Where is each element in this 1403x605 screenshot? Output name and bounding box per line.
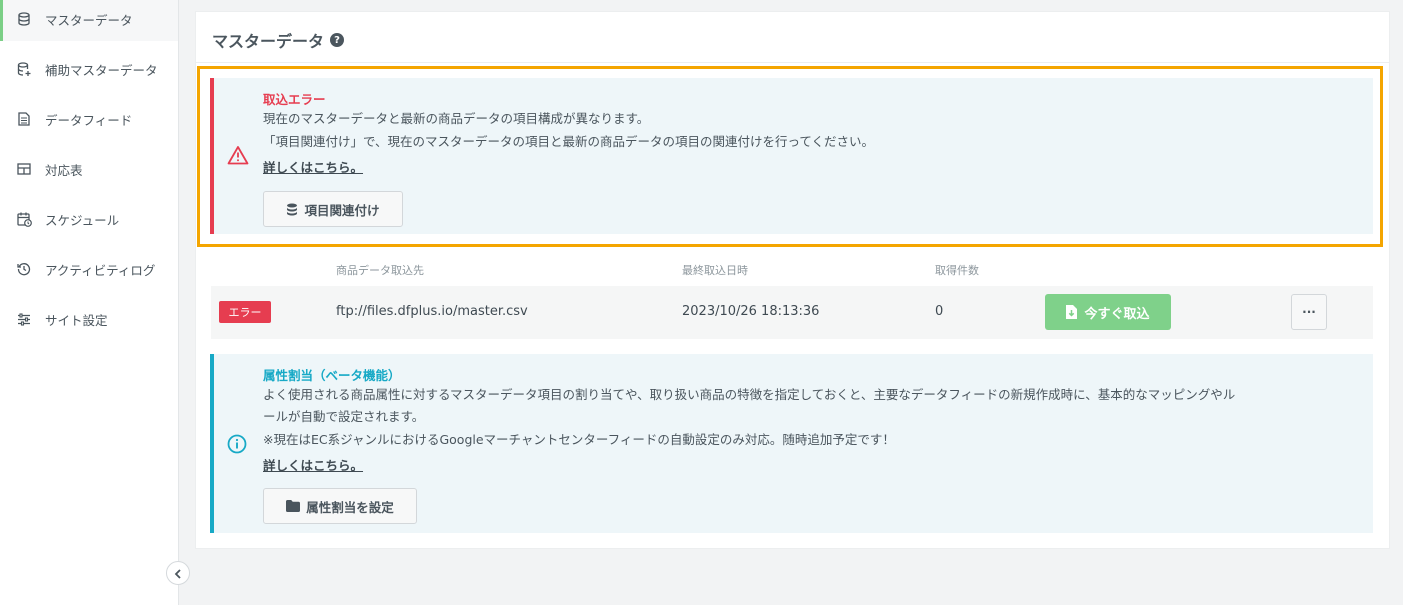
folder-icon	[286, 500, 301, 512]
column-header-source: 商品データ取込先	[336, 264, 424, 277]
history-icon	[16, 261, 32, 277]
calendar-clock-icon	[16, 211, 32, 227]
sidebar-item-label: サイト設定	[45, 312, 108, 328]
sidebar-item-label: マスターデータ	[45, 12, 133, 28]
column-header-count: 取得件数	[935, 264, 979, 277]
count-cell: 0	[935, 304, 944, 319]
status-badge: エラー	[219, 301, 271, 323]
sidebar-item-label: データフィード	[45, 112, 133, 128]
column-header-last-import: 最終取込日時	[682, 264, 748, 277]
highlight-frame	[197, 66, 1383, 247]
page-title-text: マスターデータ	[212, 32, 325, 51]
last-import-cell: 2023/10/26 18:13:36	[682, 304, 820, 319]
sidebar-item-schedule[interactable]: スケジュール	[0, 197, 178, 241]
assign-attributes-button[interactable]: 属性割当を設定	[263, 488, 417, 524]
database-plus-icon	[16, 61, 32, 77]
ellipsis-icon: ···	[1302, 305, 1316, 319]
sliders-icon	[16, 311, 32, 327]
sidebar-item-master-data[interactable]: マスターデータ	[0, 0, 178, 41]
info-details-link[interactable]: 詳しくはこちら。	[263, 455, 363, 474]
source-cell: ftp://files.dfplus.io/master.csv	[336, 304, 528, 319]
help-icon[interactable]: ?	[330, 33, 345, 47]
chevron-left-icon	[174, 564, 182, 583]
sidebar-item-label: アクティビティログ	[45, 262, 156, 278]
info-alert-text-2: ールが自動で設定されます。	[263, 409, 425, 424]
database-icon	[16, 11, 32, 27]
info-icon	[227, 434, 249, 456]
sidebar-item-sub-master-data[interactable]: 補助マスターデータ	[0, 47, 178, 91]
sidebar-item-mapping-table[interactable]: 対応表	[0, 147, 178, 191]
import-now-button[interactable]: 今すぐ取込	[1045, 294, 1171, 330]
sidebar-item-label: 対応表	[45, 162, 83, 178]
file-import-icon	[1066, 305, 1078, 319]
page-title: マスターデータ ?	[212, 28, 345, 52]
sidebar-item-site-settings[interactable]: サイト設定	[0, 297, 178, 341]
sidebar-item-activity-log[interactable]: アクティビティログ	[0, 247, 178, 291]
divider	[196, 62, 1389, 63]
table-icon	[16, 161, 32, 177]
more-options-button[interactable]: ···	[1291, 294, 1327, 330]
sidebar-item-data-feed[interactable]: データフィード	[0, 97, 178, 141]
sidebar: マスターデータ 補助マスターデータ データフィード 対応表 スケジュール アクテ…	[0, 0, 179, 605]
sidebar-item-label: スケジュール	[45, 212, 120, 228]
info-alert-text-1: よく使用される商品属性に対するマスターデータ項目の割り当てや、取り扱い商品の特徴…	[263, 387, 1236, 402]
document-icon	[16, 111, 32, 127]
import-now-label: 今すぐ取込	[1084, 306, 1150, 322]
info-alert-text-3: ※現在はEC系ジャンルにおけるGoogleマーチャントセンターフィードの自動設定…	[263, 432, 895, 447]
info-alert-title: 属性割当（ベータ機能）	[263, 368, 401, 383]
collapse-sidebar-button[interactable]	[166, 561, 190, 585]
assign-attributes-label: 属性割当を設定	[306, 499, 394, 515]
sidebar-item-label: 補助マスターデータ	[45, 62, 158, 78]
